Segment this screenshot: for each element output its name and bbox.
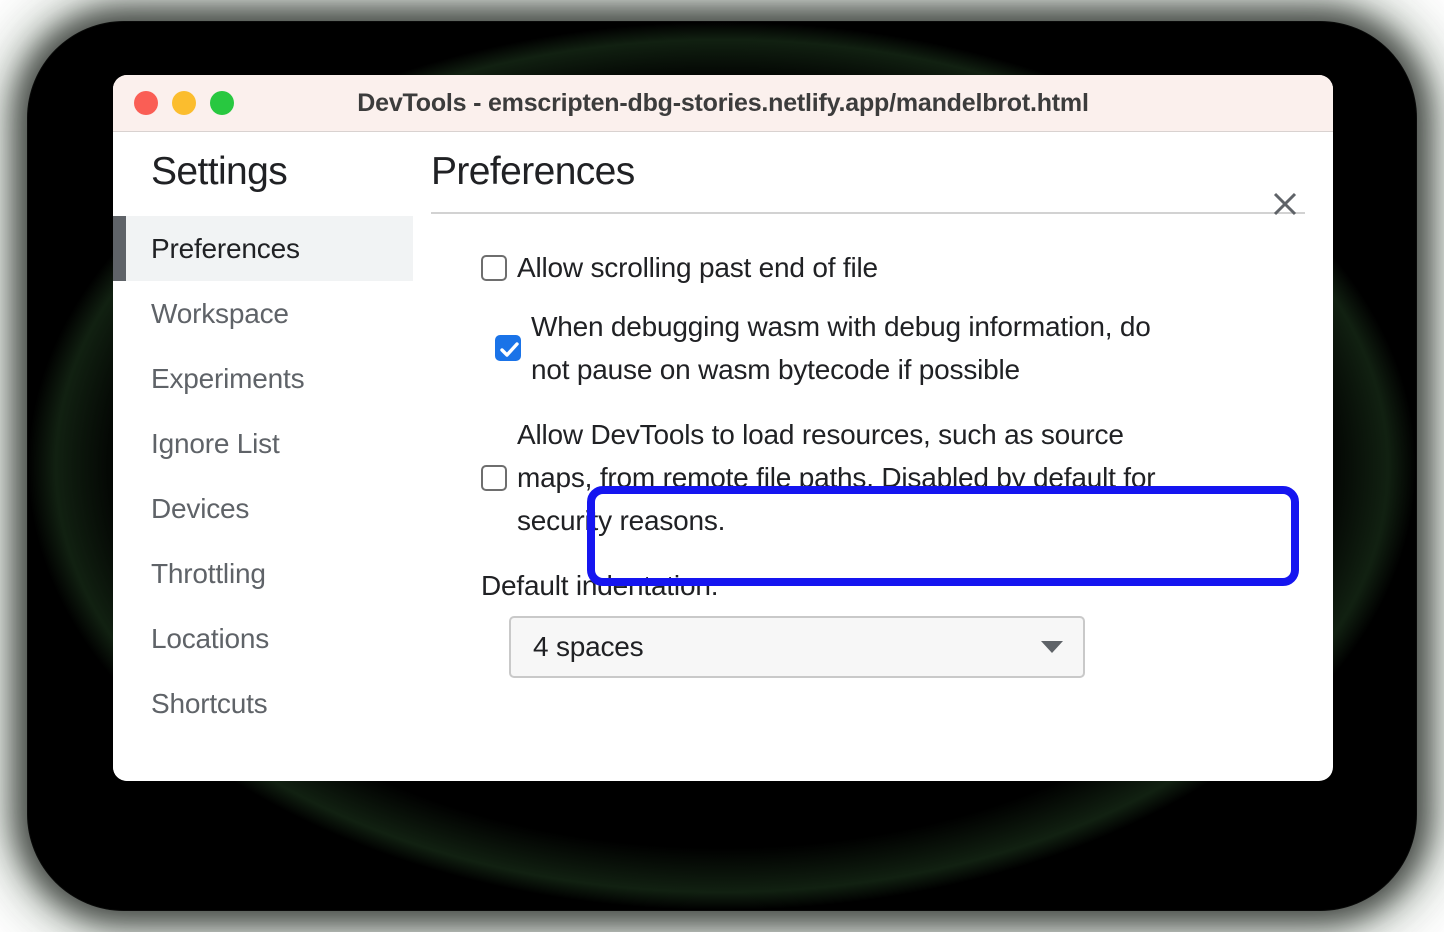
window-title: DevTools - emscripten-dbg-stories.netlif…	[357, 88, 1089, 117]
default-indentation-label: Default indentation:	[481, 570, 719, 601]
preference-row-wasm-debug[interactable]: When debugging wasm with debug informati…	[481, 305, 1333, 391]
sidebar-item-label: Preferences	[151, 232, 300, 264]
default-indentation-section: Default indentation: 4 spaces	[481, 570, 1333, 678]
close-icon	[1273, 192, 1297, 216]
settings-sidebar: Settings Preferences Workspace Experimen…	[113, 132, 413, 781]
window-titlebar: DevTools - emscripten-dbg-stories.netlif…	[113, 75, 1333, 132]
sidebar-item-locations[interactable]: Locations	[113, 606, 413, 671]
sidebar-item-label: Locations	[151, 622, 270, 654]
preferences-list: Allow scrolling past end of file When de…	[413, 214, 1333, 678]
checkbox-allow-scrolling[interactable]	[481, 254, 507, 281]
sidebar-item-shortcuts[interactable]: Shortcuts	[113, 671, 413, 736]
sidebar-item-label: Throttling	[151, 557, 266, 589]
checkbox-allow-remote-resources[interactable]	[481, 464, 507, 491]
preferences-panel: Preferences Allow scrolling past end of …	[413, 132, 1333, 781]
checkbox-wrapper	[481, 254, 507, 281]
sidebar-item-label: Shortcuts	[151, 687, 268, 719]
select-value: 4 spaces	[533, 631, 644, 662]
sidebar-item-label: Ignore List	[151, 427, 280, 459]
traffic-light-group	[134, 91, 234, 115]
close-settings-button[interactable]	[1265, 184, 1305, 224]
page-title: Preferences	[431, 150, 635, 193]
sidebar-item-workspace[interactable]: Workspace	[113, 281, 413, 346]
preference-row-scrolling[interactable]: Allow scrolling past end of file	[481, 246, 1333, 289]
preference-label: Allow scrolling past end of file	[517, 252, 878, 283]
sidebar-item-label: Experiments	[151, 362, 305, 394]
devtools-window: DevTools - emscripten-dbg-stories.netlif…	[113, 75, 1333, 781]
checkbox-wrapper	[481, 464, 507, 491]
sidebar-item-experiments[interactable]: Experiments	[113, 346, 413, 411]
sidebar-item-throttling[interactable]: Throttling	[113, 541, 413, 606]
chevron-down-icon	[1041, 641, 1063, 653]
preference-label: When debugging wasm with debug informati…	[531, 311, 1151, 385]
sidebar-title: Settings	[151, 150, 288, 193]
settings-body: Settings Preferences Workspace Experimen…	[113, 132, 1333, 781]
checkbox-wrapper	[495, 335, 521, 361]
checkmark-icon	[500, 342, 519, 357]
sidebar-item-devices[interactable]: Devices	[113, 476, 413, 541]
sidebar-item-ignore-list[interactable]: Ignore List	[113, 411, 413, 476]
sidebar-item-label: Workspace	[151, 297, 289, 329]
checkbox-wasm-no-pause[interactable]	[495, 335, 521, 361]
close-window-button[interactable]	[134, 91, 158, 115]
preference-row-remote-resources[interactable]: Allow DevTools to load resources, such a…	[481, 413, 1333, 542]
sidebar-item-preferences[interactable]: Preferences	[113, 216, 413, 281]
preference-label: Allow DevTools to load resources, such a…	[517, 419, 1156, 536]
maximize-window-button[interactable]	[210, 91, 234, 115]
default-indentation-select[interactable]: 4 spaces	[509, 616, 1085, 678]
sidebar-item-label: Devices	[151, 492, 250, 524]
minimize-window-button[interactable]	[172, 91, 196, 115]
